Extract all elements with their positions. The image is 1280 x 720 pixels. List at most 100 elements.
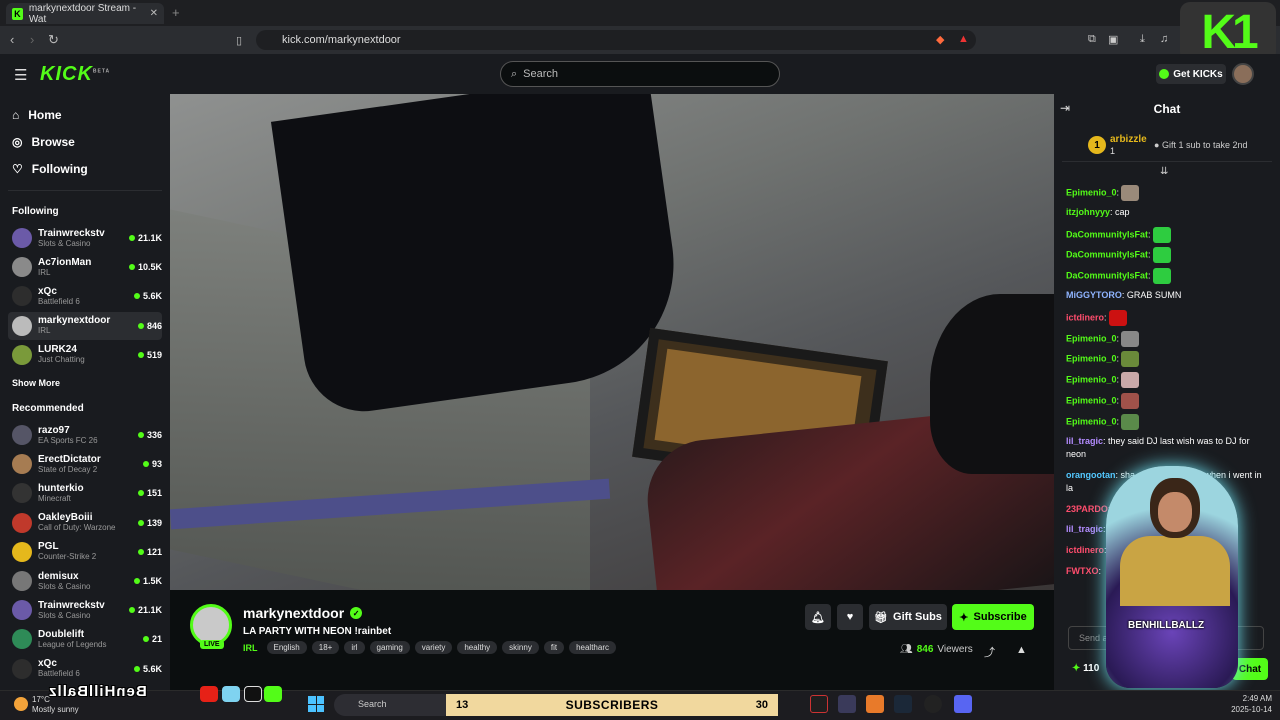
- share-icon[interactable]: ⤴: [984, 644, 995, 660]
- sidebar-channel[interactable]: Trainwreckstv Slots & Casino 21.1K: [8, 596, 162, 624]
- back-icon[interactable]: ‹: [10, 32, 14, 47]
- leaderboard-user[interactable]: arbizzle: [1110, 134, 1147, 145]
- taskbar-app-icon[interactable]: [838, 695, 856, 713]
- stream-tag[interactable]: skinny: [502, 641, 539, 654]
- stream-category[interactable]: IRL: [243, 643, 258, 653]
- kick-icon: [264, 686, 282, 702]
- gift-cta[interactable]: ● Gift 1 sub to take 2nd: [1154, 140, 1248, 150]
- sidebar-channel[interactable]: Trainwreckstv Slots & Casino 21.1K: [8, 224, 162, 252]
- channel-avatar: [12, 658, 32, 679]
- chat-text: : cap: [1110, 206, 1130, 217]
- show-more-link[interactable]: Show More: [12, 378, 60, 388]
- windows-start-icon[interactable]: [308, 696, 324, 712]
- stream-tag[interactable]: fit: [543, 641, 565, 654]
- chat-username[interactable]: DaCommunityIsFat: [1066, 271, 1148, 281]
- channel-avatar: [12, 286, 32, 307]
- stream-tag[interactable]: healtharc: [569, 641, 616, 654]
- stream-tag[interactable]: healthy: [457, 641, 498, 654]
- brave-shield-icon[interactable]: ◆: [936, 33, 944, 46]
- browser-tab[interactable]: K markynextdoor Stream - Wat ✕: [6, 3, 164, 25]
- chat-username[interactable]: orangootan: [1066, 470, 1116, 480]
- system-clock[interactable]: 2:49 AM 2025-10-14: [1222, 693, 1272, 715]
- subscribe-button[interactable]: ✦ Subscribe: [952, 604, 1034, 630]
- scroll-down-icon[interactable]: ⇊: [1160, 166, 1168, 177]
- chat-username[interactable]: Epimenio_0: [1066, 395, 1117, 405]
- search-input[interactable]: ⌕ Search: [500, 61, 780, 87]
- new-tab-button[interactable]: +: [172, 5, 180, 20]
- channel-points[interactable]: ✦ 110: [1072, 663, 1099, 674]
- chat-username[interactable]: Epimenio_0: [1066, 354, 1117, 364]
- obs-icon[interactable]: [924, 695, 942, 713]
- chat-username[interactable]: MiGGYTORO: [1066, 290, 1122, 300]
- stream-tag[interactable]: 18+: [311, 641, 340, 654]
- sidebar-channel[interactable]: hunterkio Minecraft 151: [8, 479, 162, 507]
- steam-icon[interactable]: [894, 695, 912, 713]
- chat-username[interactable]: FWTXO: [1066, 566, 1099, 576]
- viewer-count: 21.1K: [137, 233, 162, 243]
- sidebar-channel[interactable]: xQc Battlefield 6 5.6K: [8, 282, 162, 310]
- media-icon[interactable]: ♫: [1160, 33, 1168, 45]
- rewards-icon[interactable]: ▲: [958, 33, 969, 45]
- channel-category: EA Sports FC 26: [38, 435, 98, 445]
- sidebar-channel[interactable]: ErectDictator State of Decay 2 93: [8, 450, 162, 478]
- sidebar-channel[interactable]: markynextdoor IRL 846: [8, 311, 162, 340]
- forward-icon[interactable]: ›: [30, 32, 34, 47]
- user-avatar[interactable]: [1232, 63, 1254, 85]
- stream-tag[interactable]: irl: [344, 641, 365, 654]
- download-icon[interactable]: ⤓: [1140, 33, 1145, 46]
- menu-icon[interactable]: ☰: [14, 66, 27, 84]
- follow-button[interactable]: ♥: [837, 604, 863, 630]
- channel-name: demisux: [38, 570, 79, 582]
- reload-icon[interactable]: ↻: [48, 32, 59, 48]
- live-dot-icon: [137, 351, 144, 358]
- report-icon[interactable]: ▲: [1016, 644, 1027, 656]
- chat-username[interactable]: Epimenio_0: [1066, 375, 1117, 385]
- wallet-icon[interactable]: ▣: [1108, 33, 1118, 46]
- stream-tag[interactable]: variety: [414, 641, 453, 654]
- video-player[interactable]: [170, 94, 1054, 590]
- kick-logo[interactable]: KICKBETA: [40, 63, 110, 86]
- sidebar-nav-browse[interactable]: ◎ Browse: [12, 135, 75, 149]
- taskbar-search[interactable]: Search: [334, 694, 454, 716]
- sidebar-channel[interactable]: LURK24 Just Chatting 519: [8, 341, 162, 369]
- sidebar-channel[interactable]: razo97 EA Sports FC 26 336: [8, 421, 162, 449]
- notify-button[interactable]: 🔔︎: [805, 604, 831, 630]
- sidebar-channel[interactable]: OakleyBoiii Call of Duty: Warzone 139: [8, 509, 162, 537]
- chat-username[interactable]: DaCommunityIsFat: [1066, 250, 1148, 260]
- chat-username[interactable]: 23PARDO: [1066, 504, 1108, 514]
- chat-message: ictdinero:: [1066, 309, 1266, 326]
- chat-username[interactable]: Epimenio_0: [1066, 416, 1117, 426]
- chat-username[interactable]: Epimenio_0: [1066, 187, 1117, 197]
- taskbar-app-icon[interactable]: [810, 695, 828, 713]
- sidebar-nav-following[interactable]: ♡ Following: [12, 162, 88, 176]
- sidebar-channel[interactable]: Ac7ionMan IRL 10.5K: [8, 253, 162, 281]
- extensions-icon[interactable]: ⧉: [1088, 33, 1096, 46]
- chat-username[interactable]: ictdinero: [1066, 312, 1104, 322]
- streamer-name[interactable]: markynextdoor ✓: [243, 605, 363, 621]
- chat-username[interactable]: lil_tragic: [1066, 524, 1103, 534]
- chat-username[interactable]: Epimenio_0: [1066, 333, 1117, 343]
- channel-viewers: 5.6K: [133, 291, 162, 301]
- chat-username[interactable]: ictdinero: [1066, 545, 1104, 555]
- chat-username[interactable]: lil_tragic: [1066, 436, 1103, 446]
- gift-subs-button[interactable]: 🎁︎ Gift Subs: [869, 604, 947, 630]
- stream-tag[interactable]: gaming: [369, 641, 410, 654]
- stream-tag[interactable]: English: [266, 641, 307, 654]
- channel-name: OakleyBoiii: [38, 512, 93, 524]
- points-icon: ✦: [1072, 663, 1081, 674]
- sidebar-channel[interactable]: demisux Slots & Casino 1.5K: [8, 567, 162, 595]
- live-dot-icon: [137, 548, 144, 555]
- url-bar[interactable]: kick.com/markynextdoor: [256, 30, 976, 50]
- sidebar-channel[interactable]: xQc Battlefield 6 5.6K: [8, 655, 162, 683]
- bookmark-icon[interactable]: ▯: [236, 34, 242, 47]
- chat-username[interactable]: DaCommunityIsFat: [1066, 229, 1148, 239]
- sidebar-channel[interactable]: Doublelift League of Legends 21: [8, 625, 162, 653]
- discord-icon[interactable]: [954, 695, 972, 713]
- tab-close-icon[interactable]: ✕: [150, 8, 158, 19]
- taskbar-app-icon[interactable]: [866, 695, 884, 713]
- get-kicks-button[interactable]: Get KICKs: [1156, 64, 1226, 84]
- chat-username[interactable]: itzjohnyyy: [1066, 207, 1110, 217]
- sidebar-nav-home[interactable]: ⌂ Home: [12, 108, 62, 122]
- sidebar-channel[interactable]: PGL Counter-Strike 2 121: [8, 538, 162, 566]
- heart-icon: ♡: [12, 162, 23, 176]
